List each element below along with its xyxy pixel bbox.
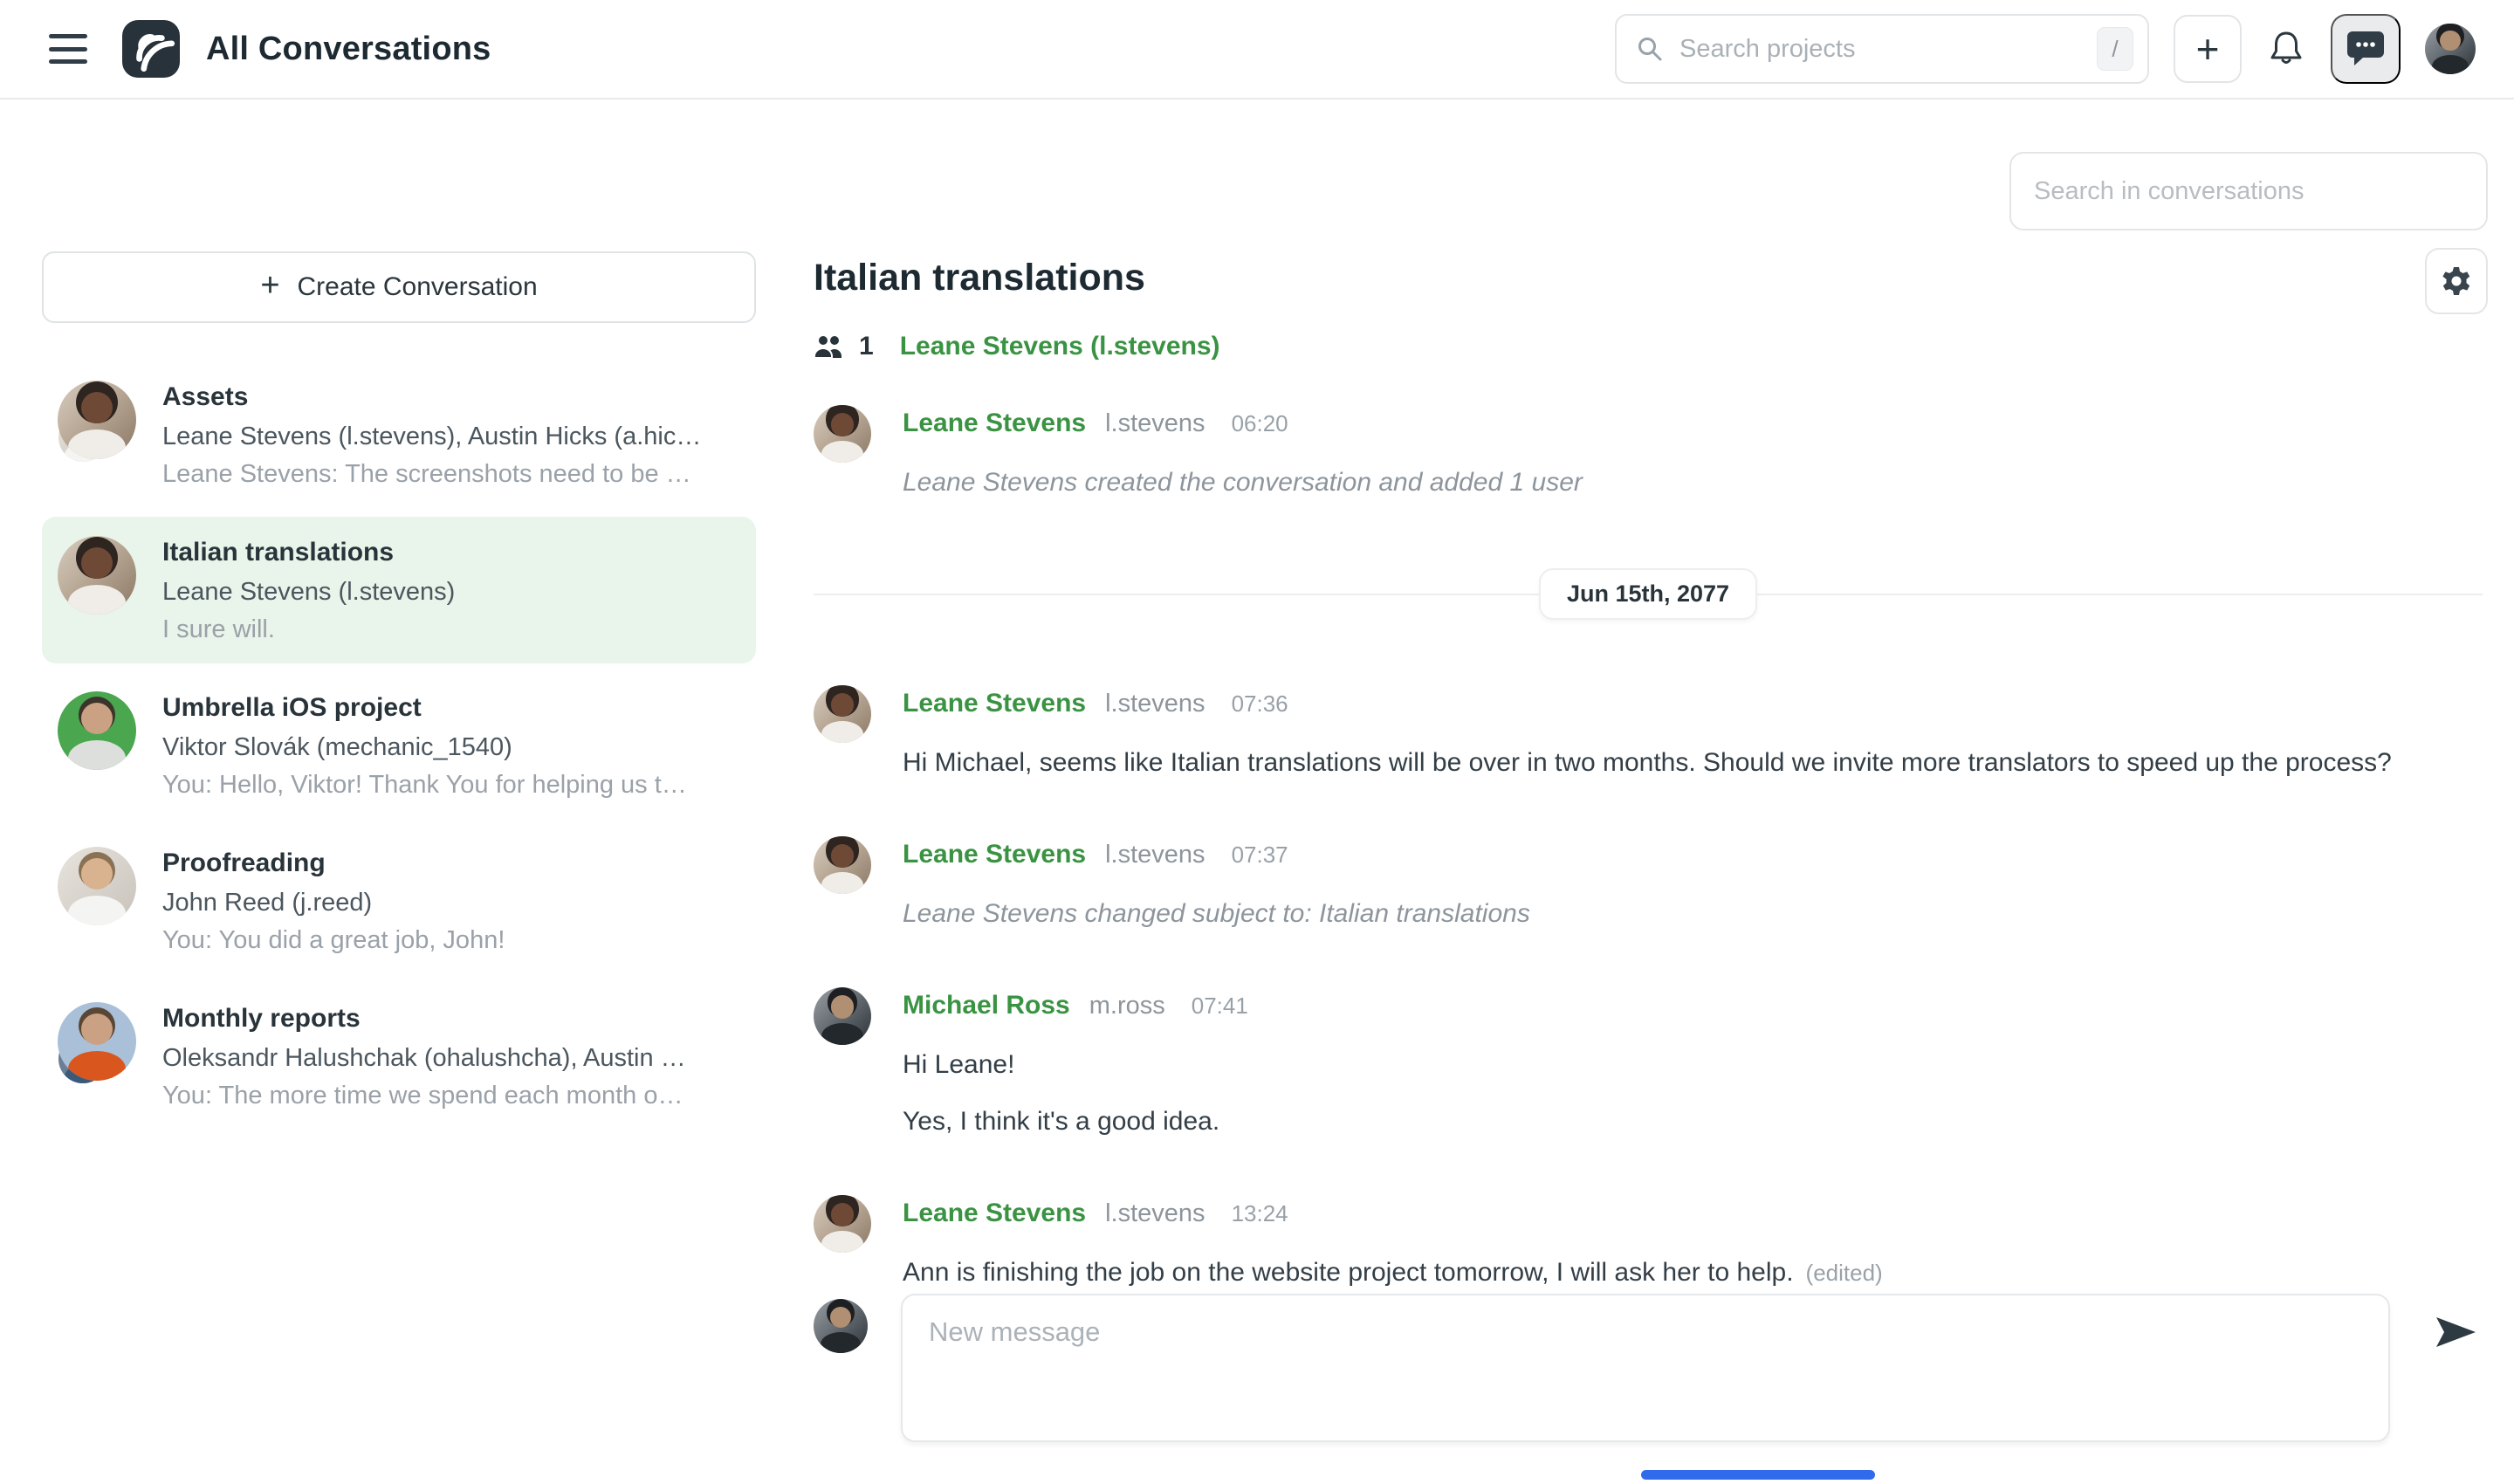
message-composer <box>814 1294 2483 1442</box>
message-text: Hi Leane!Yes, I think it's a good idea. <box>903 1045 1248 1141</box>
message-author[interactable]: Leane Stevens <box>903 840 1086 869</box>
highlight-bar <box>1641 1470 1875 1480</box>
message-avatar <box>814 405 871 463</box>
message: Leane Stevens l.stevens 07:37 Leane Stev… <box>814 836 2483 933</box>
top-bar: All Conversations / + <box>0 0 2514 100</box>
bell-icon <box>2266 28 2306 70</box>
message-username: m.ross <box>1089 992 1165 1020</box>
date-divider: Jun 15th, 2077 <box>814 568 2483 619</box>
message-text: Leane Stevens created the conversation a… <box>903 463 1583 502</box>
conversations-button[interactable] <box>2331 14 2401 84</box>
page-title: All Conversations <box>206 31 491 68</box>
conversation-item[interactable]: Italian translations Leane Stevens (l.st… <box>42 517 756 663</box>
conversation-last-message: I sure will. <box>162 615 455 644</box>
message-username: l.stevens <box>1105 1199 1205 1228</box>
search-in-conversations-input[interactable] <box>2009 152 2488 230</box>
topbar-actions: / + <box>1615 14 2476 84</box>
conversation-title: Assets <box>162 382 701 412</box>
message-text: Hi Michael, seems like Italian translati… <box>903 743 2392 782</box>
add-button[interactable]: + <box>2174 15 2242 83</box>
conversation-item[interactable]: Proofreading John Reed (j.reed) You: You… <box>42 828 756 974</box>
conversation-title: Italian translations <box>162 538 455 567</box>
participants-icon <box>814 333 845 360</box>
keyboard-shortcut-badge: / <box>2097 27 2133 71</box>
user-avatar[interactable] <box>2425 24 2476 74</box>
message-author[interactable]: Leane Stevens <box>903 409 1086 438</box>
message-text: Ann is finishing the job on the website … <box>903 1253 1883 1292</box>
message-time: 07:36 <box>1232 690 1288 718</box>
conversation-participants: Viktor Slovák (mechanic_1540) <box>162 733 687 762</box>
conversation-avatar <box>58 847 136 925</box>
conversation-title: Proofreading <box>162 848 505 878</box>
message-author[interactable]: Leane Stevens <box>903 1199 1086 1228</box>
conversations-sidebar: + Create Conversation Assets Leane Steve… <box>42 251 756 1130</box>
project-search[interactable]: / <box>1615 14 2149 84</box>
conversation-avatar <box>58 381 136 459</box>
app-logo[interactable] <box>122 20 180 78</box>
chat-title: Italian translations <box>814 257 1145 299</box>
message-username: l.stevens <box>1105 841 1205 869</box>
conversation-item[interactable]: Umbrella iOS project Viktor Slovák (mech… <box>42 672 756 819</box>
search-projects-input[interactable] <box>1678 34 2083 65</box>
message: Michael Ross m.ross 07:41 Hi Leane!Yes, … <box>814 987 2483 1141</box>
conversation-participants: Leane Stevens (l.stevens) <box>162 578 455 607</box>
logo-swirl-icon <box>122 20 180 78</box>
message-time: 06:20 <box>1232 410 1288 437</box>
conversation-avatar <box>58 1002 136 1081</box>
message-author[interactable]: Michael Ross <box>903 991 1070 1020</box>
message-avatar <box>814 836 871 894</box>
message: Leane Stevens l.stevens 07:36 Hi Michael… <box>814 685 2483 782</box>
message-username: l.stevens <box>1105 409 1205 438</box>
conversation-participants: Leane Stevens (l.stevens), Austin Hicks … <box>162 423 701 451</box>
message-avatar <box>814 1195 871 1253</box>
conversation-list: Assets Leane Stevens (l.stevens), Austin… <box>42 361 756 1130</box>
plus-icon: + <box>260 269 279 302</box>
send-icon <box>2435 1315 2477 1350</box>
gear-icon <box>2441 265 2472 297</box>
message-list: Leane Stevens l.stevens 06:20 Leane Stev… <box>814 405 2483 1346</box>
conversation-item[interactable]: Monthly reports Oleksandr Halushchak (oh… <box>42 983 756 1130</box>
conversation-participants: Oleksandr Halushchak (ohalushcha), Austi… <box>162 1044 686 1073</box>
conversation-last-message: You: You did a great job, John! <box>162 926 505 955</box>
participants-row: 1 Leane Stevens (l.stevens) <box>814 332 1220 361</box>
conversation-participants: John Reed (j.reed) <box>162 889 505 917</box>
conversation-title: Umbrella iOS project <box>162 693 687 723</box>
message: Leane Stevens l.stevens 13:24 Ann is fin… <box>814 1195 2483 1292</box>
conversation-item[interactable]: Assets Leane Stevens (l.stevens), Austin… <box>42 361 756 508</box>
conversation-title: Monthly reports <box>162 1004 686 1034</box>
notifications-button[interactable] <box>2266 28 2306 70</box>
conversation-last-message: You: The more time we spend each month o… <box>162 1082 686 1110</box>
participants-link[interactable]: Leane Stevens (l.stevens) <box>900 332 1220 361</box>
search-icon <box>1636 35 1664 63</box>
conversation-avatar <box>58 691 136 770</box>
message-avatar <box>814 685 871 743</box>
menu-icon[interactable] <box>49 34 87 64</box>
message: Leane Stevens l.stevens 06:20 Leane Stev… <box>814 405 2483 502</box>
conversation-last-message: You: Hello, Viktor! Thank You for helpin… <box>162 771 687 800</box>
chat-panel: Italian translations 1 Leane Stevens (l.… <box>814 98 2514 1484</box>
message-username: l.stevens <box>1105 690 1205 718</box>
date-pill: Jun 15th, 2077 <box>1539 568 1757 620</box>
message-text: Leane Stevens changed subject to: Italia… <box>903 894 1530 933</box>
message-time: 07:41 <box>1192 993 1248 1020</box>
new-message-input[interactable] <box>901 1294 2390 1442</box>
send-button[interactable] <box>2435 1315 2477 1352</box>
app-root: All Conversations / + <box>0 0 2514 1484</box>
conversation-last-message: Leane Stevens: The screenshots need to b… <box>162 460 701 489</box>
participants-count: 1 <box>859 332 874 361</box>
create-conversation-button[interactable]: + Create Conversation <box>42 251 756 323</box>
message-avatar <box>814 987 871 1045</box>
chat-bubble-icon <box>2346 30 2386 68</box>
conversation-settings-button[interactable] <box>2425 248 2488 314</box>
edited-label: (edited) <box>1806 1260 1883 1286</box>
message-time: 13:24 <box>1232 1200 1288 1227</box>
message-author[interactable]: Leane Stevens <box>903 689 1086 718</box>
composer-avatar <box>814 1299 868 1353</box>
conversation-avatar <box>58 536 136 615</box>
message-time: 07:37 <box>1232 842 1288 869</box>
